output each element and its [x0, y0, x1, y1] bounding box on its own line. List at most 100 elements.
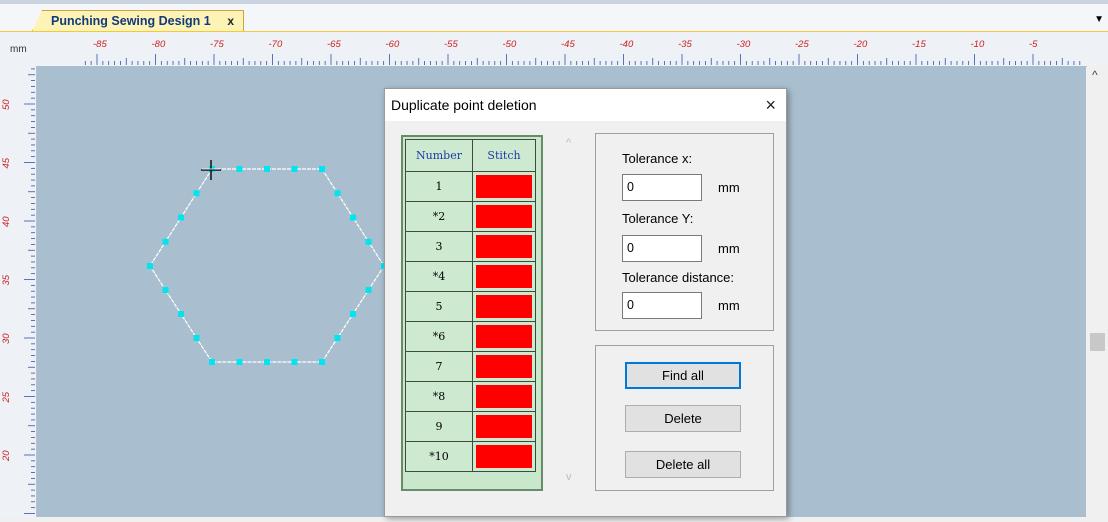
table-scroll-up-icon[interactable]: ^: [566, 137, 571, 149]
stitch-cell[interactable]: [472, 321, 536, 352]
tolerance-distance-input[interactable]: 0: [622, 292, 702, 319]
stitch-point[interactable]: [193, 190, 200, 197]
ruler-top-label: -50: [503, 39, 517, 50]
table-row[interactable]: 1: [405, 171, 536, 202]
stitch-color-swatch: [476, 235, 532, 258]
stitch-point[interactable]: [365, 287, 372, 293]
stitch-color-swatch: [476, 415, 532, 438]
ruler-top-label: -60: [386, 39, 400, 50]
row-number: *4: [405, 261, 473, 292]
row-number: *2: [405, 201, 473, 232]
ruler-top-label: -65: [327, 39, 341, 50]
tab-title: Punching Sewing Design 1: [51, 14, 211, 28]
ruler-left-label: 20: [1, 450, 12, 462]
table-row[interactable]: *2: [405, 201, 536, 232]
horizontal-ruler-ticks: -85 -80 -75 -70 -65 -60 -55 -50 -45 -40 -35 -30 -25 -…: [84, 39, 1081, 65]
ruler-left-label: 25: [1, 391, 12, 403]
stitch-cell[interactable]: [472, 411, 536, 442]
stitch-color-swatch: [476, 385, 532, 408]
document-tab-bar: Punching Sewing Design 1 x ▼: [0, 0, 1108, 34]
ruler-top-label: -55: [444, 39, 458, 50]
stitch-point[interactable]: [350, 214, 356, 221]
stitch-cell[interactable]: [472, 201, 536, 232]
stitch-cell[interactable]: [472, 351, 536, 382]
scroll-up-icon[interactable]: ^: [1092, 68, 1098, 82]
stitch-point[interactable]: [350, 311, 356, 317]
stitch-cell[interactable]: [472, 291, 536, 322]
stitch-color-swatch: [476, 325, 532, 348]
stitch-cell[interactable]: [472, 171, 536, 202]
stitch-point[interactable]: [178, 311, 184, 317]
vertical-scrollbar[interactable]: ^: [1087, 66, 1108, 517]
table-row[interactable]: *4: [405, 261, 536, 292]
vertical-ruler: 50 45 40 35 30 25 20: [0, 66, 37, 517]
tab-punching-sewing-design[interactable]: Punching Sewing Design 1 x: [32, 10, 244, 31]
tolerance-x-unit: mm: [718, 180, 740, 195]
column-header-number: Number: [405, 139, 473, 172]
table-row[interactable]: *6: [405, 321, 536, 352]
row-number: *8: [405, 381, 473, 412]
table-row[interactable]: 3: [405, 231, 536, 262]
delete-button[interactable]: Delete: [625, 405, 741, 432]
ruler-top-label: -40: [620, 39, 634, 50]
ruler-left-label: 50: [1, 99, 12, 110]
tolerance-y-input[interactable]: 0: [622, 235, 702, 262]
ruler-top-label: -75: [210, 39, 224, 50]
stitch-point[interactable]: [236, 359, 243, 365]
stitch-point[interactable]: [193, 335, 200, 341]
row-number: 3: [405, 231, 473, 262]
tolerance-y-label: Tolerance Y:: [622, 211, 694, 226]
stitch-point[interactable]: [334, 335, 341, 341]
stitch-point[interactable]: [162, 287, 169, 293]
tolerance-group: Tolerance x: 0 mm Tolerance Y: 0 mm Tole…: [595, 133, 774, 331]
stitch-cell[interactable]: [472, 381, 536, 412]
table-scroll-down-icon[interactable]: v: [566, 471, 572, 483]
stitch-point[interactable]: [209, 359, 215, 365]
stitch-point[interactable]: [365, 238, 372, 245]
stitch-point[interactable]: [264, 166, 270, 172]
scrollbar-thumb[interactable]: [1090, 333, 1105, 351]
stitch-point[interactable]: [291, 166, 298, 172]
table-scrollbar[interactable]: ^ v: [563, 135, 581, 491]
tab-list-dropdown-icon[interactable]: ▼: [1094, 14, 1104, 25]
stitch-cell[interactable]: [472, 441, 536, 472]
table-row[interactable]: 7: [405, 351, 536, 382]
row-number: *10: [405, 441, 473, 472]
duplicate-points-table: Number Stitch 1 *2 3 *4 5 *6 7 *8 9 *10: [401, 135, 543, 491]
ruler-left-label: 35: [1, 274, 12, 285]
dialog-title: Duplicate point deletion: [391, 97, 537, 113]
stitch-point[interactable]: [319, 359, 325, 365]
stitch-point[interactable]: [162, 238, 169, 245]
stitch-point[interactable]: [291, 359, 298, 365]
stitch-point[interactable]: [178, 214, 184, 221]
stitch-cell[interactable]: [472, 231, 536, 262]
ruler-left-label: 30: [1, 333, 12, 344]
ruler-top-label: -5: [1029, 39, 1038, 50]
table-row[interactable]: *8: [405, 381, 536, 412]
delete-all-button[interactable]: Delete all: [625, 451, 741, 478]
duplicate-point-deletion-dialog: Duplicate point deletion × Number Stitch…: [384, 88, 787, 517]
stitch-point[interactable]: [264, 359, 270, 365]
table-row[interactable]: *10: [405, 441, 536, 472]
close-icon[interactable]: ×: [765, 89, 776, 121]
table-row[interactable]: 5: [405, 291, 536, 322]
stitch-point[interactable]: [236, 166, 243, 172]
stitch-cell[interactable]: [472, 261, 536, 292]
tolerance-distance-label: Tolerance distance:: [622, 270, 735, 285]
stitch-point[interactable]: [334, 190, 341, 197]
ruler-top-label: -80: [152, 39, 166, 50]
tab-close-icon[interactable]: x: [227, 11, 234, 31]
row-number: 7: [405, 351, 473, 382]
hexagon-outline: [149, 168, 385, 363]
column-header-stitch: Stitch: [472, 139, 536, 172]
ruler-top-label: -85: [93, 39, 107, 50]
tolerance-x-input[interactable]: 0: [622, 174, 702, 201]
stitch-point[interactable]: [147, 263, 153, 269]
find-all-button[interactable]: Find all: [625, 362, 741, 389]
table-row[interactable]: 9: [405, 411, 536, 442]
stitch-point[interactable]: [319, 166, 325, 172]
ruler-top-label: -15: [912, 39, 926, 50]
row-number: *6: [405, 321, 473, 352]
stitch-color-swatch: [476, 205, 532, 228]
stitch-points[interactable]: [147, 166, 387, 365]
